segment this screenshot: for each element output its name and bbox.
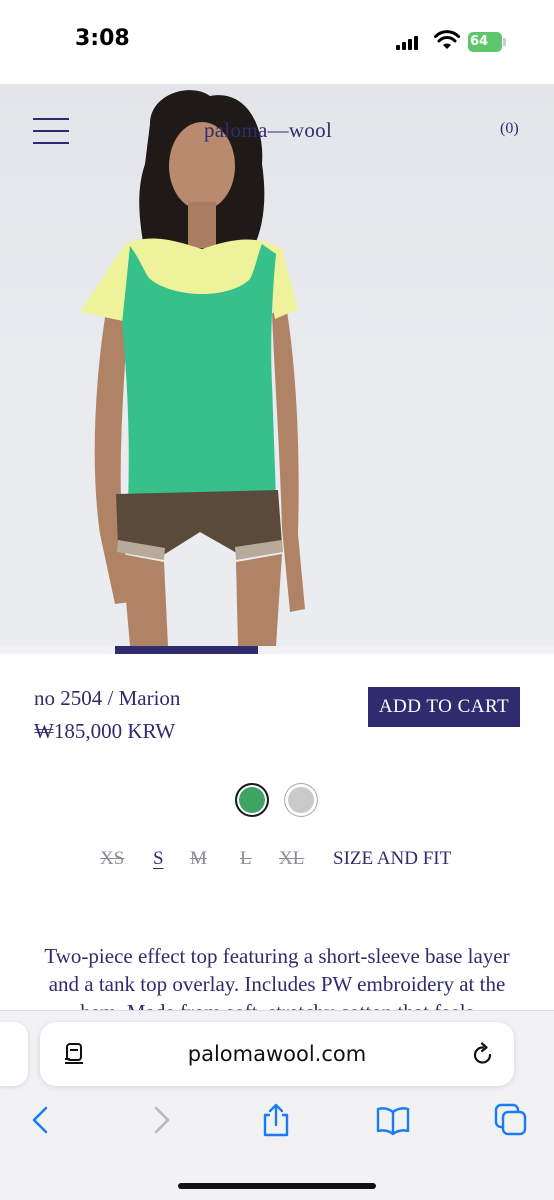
wifi-icon bbox=[434, 30, 460, 49]
brand-logo[interactable]: paloma—wool bbox=[204, 118, 332, 143]
size-option-m[interactable]: M bbox=[190, 848, 207, 870]
size-option-xs[interactable]: XS bbox=[100, 848, 124, 870]
status-bar: 3:08 64 bbox=[0, 0, 554, 84]
model-photo bbox=[80, 90, 305, 646]
previous-tab-preview[interactable] bbox=[0, 1022, 28, 1086]
bookmarks-icon[interactable] bbox=[376, 1103, 410, 1137]
product-price: ₩185,000 KRW bbox=[34, 719, 176, 743]
add-to-cart-button[interactable]: ADD TO CART bbox=[368, 687, 520, 727]
color-swatch-green[interactable] bbox=[235, 783, 269, 817]
back-icon[interactable] bbox=[24, 1103, 58, 1137]
status-time: 3:08 bbox=[75, 26, 130, 51]
reload-icon[interactable] bbox=[470, 1041, 496, 1067]
size-option-s[interactable]: S bbox=[153, 848, 164, 870]
battery-icon: 64 bbox=[468, 32, 506, 52]
product-name: no 2504 / Marion bbox=[34, 686, 181, 710]
color-swatch-grey[interactable] bbox=[284, 783, 318, 817]
share-icon[interactable] bbox=[259, 1103, 293, 1137]
address-bar[interactable]: palomawool.com bbox=[40, 1022, 514, 1086]
gallery-progress bbox=[0, 646, 554, 654]
cart-count[interactable]: (0) bbox=[500, 120, 519, 138]
size-option-l[interactable]: L bbox=[240, 848, 252, 870]
battery-percent: 64 bbox=[470, 34, 489, 49]
cellular-signal-icon bbox=[396, 36, 422, 50]
forward-icon[interactable] bbox=[144, 1103, 178, 1137]
gallery-progress-fill bbox=[115, 646, 258, 654]
size-and-fit-link[interactable]: SIZE AND FIT bbox=[333, 848, 451, 870]
url-text[interactable]: palomawool.com bbox=[40, 1042, 514, 1066]
product-image[interactable]: paloma—wool (0) bbox=[0, 84, 554, 646]
home-indicator bbox=[178, 1183, 376, 1189]
tabs-icon[interactable] bbox=[494, 1103, 528, 1137]
size-option-xl[interactable]: XL bbox=[279, 848, 304, 870]
menu-icon[interactable] bbox=[33, 118, 69, 144]
